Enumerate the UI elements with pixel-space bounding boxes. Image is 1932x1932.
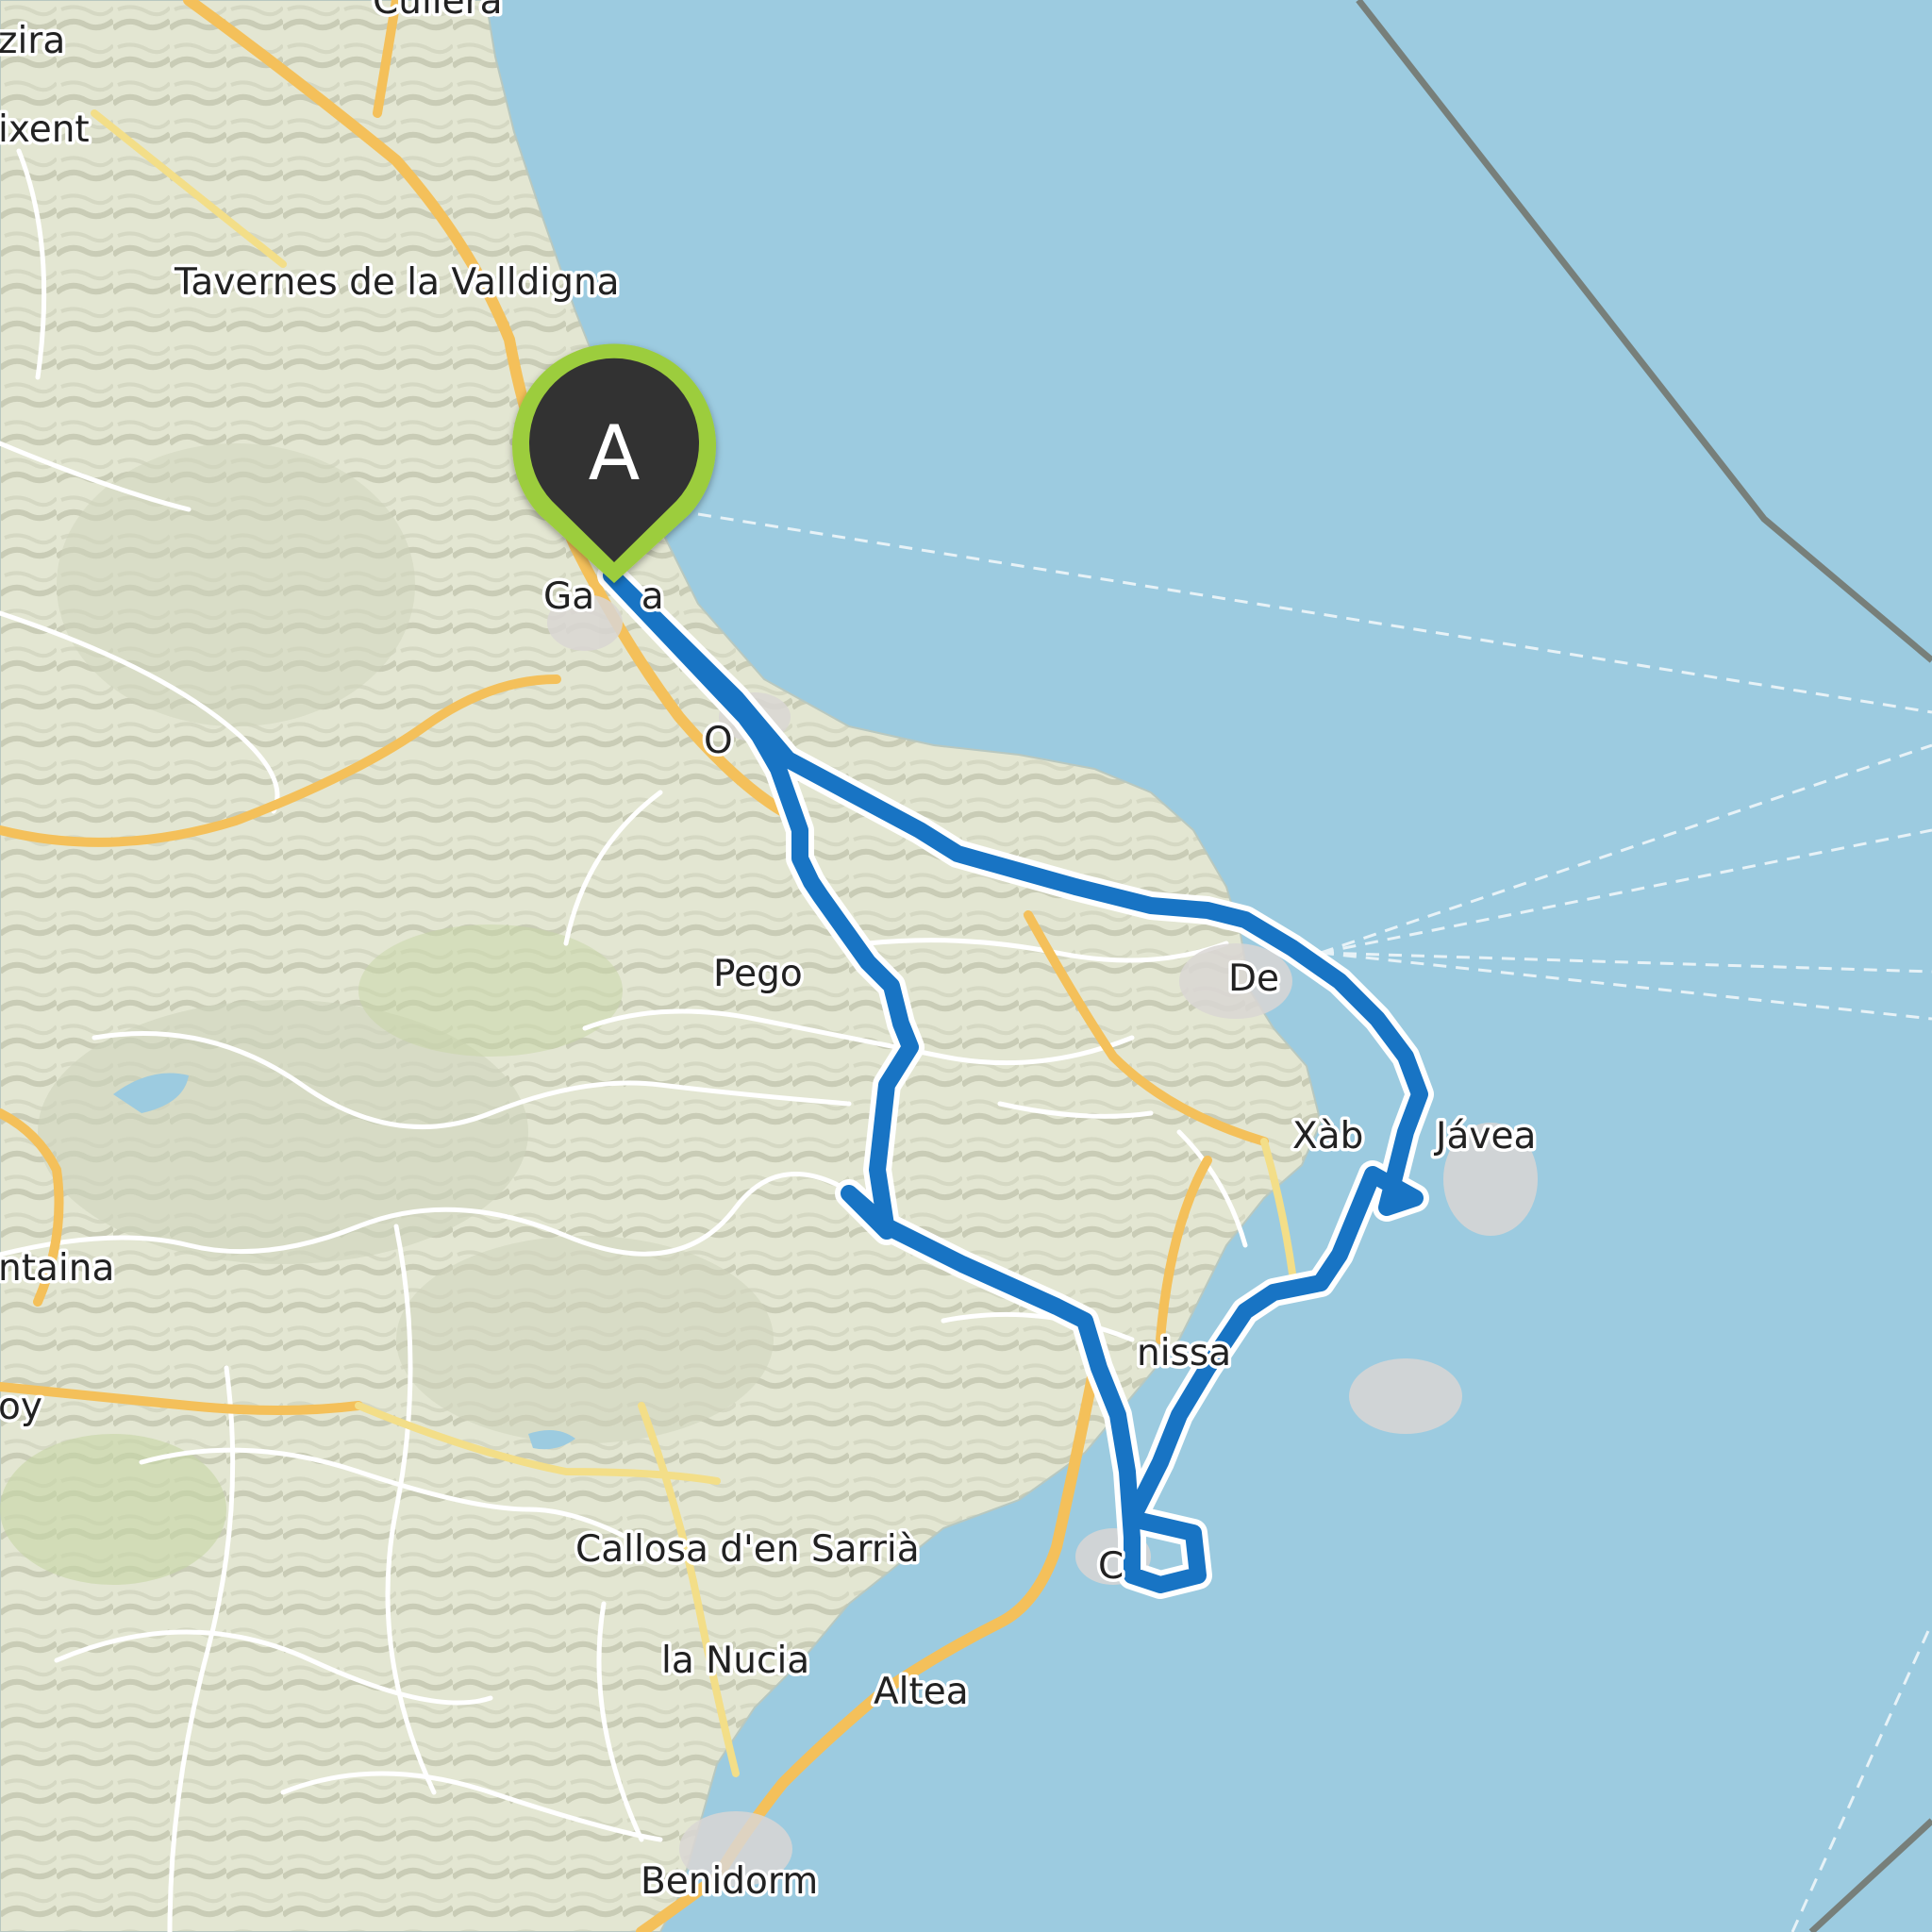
place-label-altea[interactable]: Altea [871,1668,973,1717]
valley-green [358,924,623,1057]
place-label-callosa[interactable]: Callosa d'en Sarrià [573,1525,924,1574]
place-label-benissa[interactable]: nissa [1134,1329,1235,1378]
place-label-lanucia[interactable]: la Nucia [658,1637,813,1686]
place-label-benidorm[interactable]: Benidorm [638,1857,822,1907]
place-label-cullera[interactable]: Cullera [370,0,507,26]
place-label-denia[interactable]: De [1225,955,1283,1004]
map-canvas[interactable]: Cullera zira ixent Tavernes de la Valldi… [0,0,1932,1932]
place-label-pego[interactable]: Pego [710,950,807,999]
place-label-javea[interactable]: Jávea [1430,1112,1540,1161]
place-label-xativa[interactable]: ixent [0,106,92,155]
place-label-oliva[interactable]: O [701,717,783,766]
place-label-gandia[interactable]: Ga a [541,573,668,622]
place-label-xabia[interactable]: Xàb [1290,1112,1367,1161]
mountain-shade [396,1236,774,1443]
place-label-calpe[interactable]: C [1095,1542,1127,1591]
valley-green [0,1434,226,1585]
marker-label: A [589,409,641,497]
place-label-alcoy[interactable]: oy [0,1383,45,1432]
place-label-tavernes[interactable]: Tavernes de la Valldigna [171,258,624,308]
place-label-alzira[interactable]: zira [0,17,69,66]
map-view[interactable]: Cullera zira ixent Tavernes de la Valldi… [0,0,1932,1932]
place-label-ontinyent[interactable]: ntaina [0,1244,118,1293]
